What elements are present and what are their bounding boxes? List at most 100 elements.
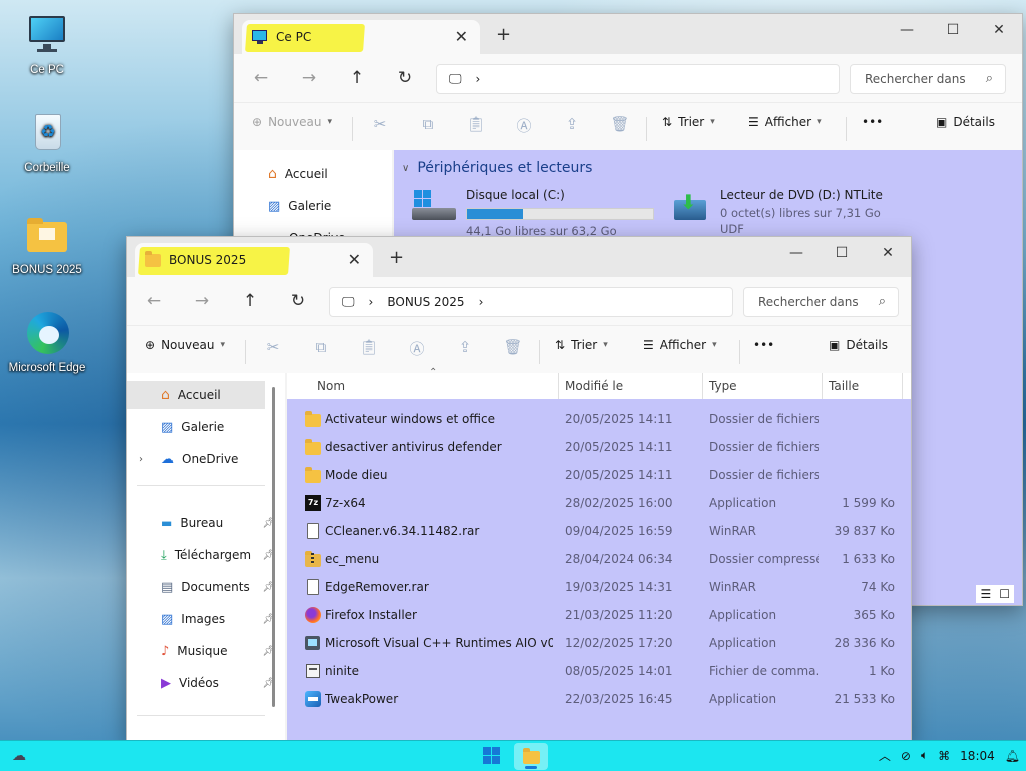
new-button[interactable]: ⊕ Nouveau ▾	[252, 115, 332, 129]
drive-item-c[interactable]: Disque local (C:) 44,1 Go libres sur 63,…	[412, 186, 662, 238]
view-button[interactable]: ☰ Afficher ▾	[748, 115, 822, 129]
table-row[interactable]: Mode dieu 20/05/2025 14:11 Dossier de fich…	[287, 461, 911, 489]
weather-icon[interactable]: ☁	[12, 748, 26, 764]
rename-icon[interactable]: Ⓐ	[514, 115, 534, 135]
new-tab-button[interactable]: +	[496, 24, 511, 45]
sort-button[interactable]: ⇅ Trier ▾	[555, 338, 608, 352]
search-input[interactable]: Rechercher dans ⌕	[850, 64, 1006, 94]
nav-item-home[interactable]: ⌂ Accueil	[127, 381, 265, 409]
paste-icon[interactable]: 📋︎	[359, 338, 379, 358]
refresh-icon[interactable]: ↻	[390, 64, 420, 92]
nav-item-music[interactable]: ♪ Musique 📌︎	[127, 637, 285, 665]
nav-item-gallery[interactable]: ▨ Galerie	[234, 192, 392, 220]
nav-item-downloads[interactable]: ⤓ Téléchargem 📌︎	[127, 541, 285, 569]
chevron-up-icon[interactable]: ︿	[879, 747, 891, 764]
clock[interactable]: 18:04	[960, 749, 995, 763]
search-input[interactable]: Rechercher dans ⌕	[743, 287, 899, 317]
close-button[interactable]: ✕	[865, 237, 911, 269]
chevron-right-icon[interactable]: ›	[139, 454, 143, 465]
refresh-icon[interactable]: ↻	[283, 287, 313, 315]
new-tab-button[interactable]: +	[389, 247, 404, 268]
nav-label: Accueil	[284, 167, 328, 181]
drive-item-d[interactable]: ⬇ Lecteur de DVD (D:) NTLite 0 octet(s) …	[672, 186, 912, 242]
start-button[interactable]	[483, 747, 501, 765]
table-row[interactable]: EdgeRemover.rar 19/03/2025 14:31 WinRAR 74 …	[287, 573, 911, 601]
file-name: 7z-x64	[325, 496, 366, 510]
nav-item-onedrive[interactable]: › ☁ OneDrive	[127, 445, 285, 473]
language-icon[interactable]: ⌘	[938, 749, 950, 763]
back-arrow-icon[interactable]: ←	[139, 287, 169, 315]
desktop-icon-edge[interactable]: Microsoft Edge	[2, 312, 92, 374]
back-arrow-icon[interactable]: ←	[246, 64, 276, 92]
table-row[interactable]: TweakPower 22/03/2025 16:45 Application 21 …	[287, 685, 911, 713]
new-button[interactable]: ⊕ Nouveau ▾	[145, 338, 225, 352]
nav-item-gallery[interactable]: ▨ Galerie	[127, 413, 285, 441]
tile-view-icon[interactable]: ☐	[999, 587, 1010, 601]
nav-item-desktop[interactable]: ▬ Bureau 📌︎	[127, 509, 285, 537]
table-row[interactable]: Microsoft Visual C++ Runtimes AIO v0.8..…	[287, 629, 911, 657]
desktop-icon-bonus-folder[interactable]: BONUS 2025	[2, 214, 92, 276]
file-modified: 21/03/2025 11:20	[565, 608, 673, 622]
desktop-icon-label: Corbeille	[24, 162, 70, 174]
paste-icon[interactable]: 📋︎	[466, 115, 486, 135]
desktop-icon-recycle-bin[interactable]: ♻ Corbeille	[2, 112, 92, 174]
close-tab-icon[interactable]: ✕	[455, 27, 468, 46]
up-arrow-icon[interactable]: ↑	[342, 64, 372, 92]
nav-item-home[interactable]: ⌂ Accueil	[234, 160, 392, 188]
notification-bell-icon[interactable]: 🔔︎	[1005, 749, 1020, 763]
table-row[interactable]: desactiver antivirus defender 20/05/2025 …	[287, 433, 911, 461]
column-header-name[interactable]: Nom	[311, 373, 559, 399]
maximize-button[interactable]: ☐	[819, 237, 865, 269]
nav-item-videos[interactable]: ▶ Vidéos 📌︎	[127, 669, 285, 697]
tab-this-pc[interactable]: Ce PC ✕	[242, 20, 480, 54]
column-header-modified[interactable]: Modifié le	[559, 373, 703, 399]
table-row[interactable]: ninite 08/05/2025 14:01 Fichier de comma..…	[287, 657, 911, 685]
nav-scrollbar[interactable]	[272, 387, 275, 707]
share-icon[interactable]: ⇪	[455, 338, 475, 358]
details-button[interactable]: ▣ Détails	[829, 338, 888, 352]
table-row[interactable]: CCleaner.v6.34.11482.rar 09/04/2025 16:59…	[287, 517, 911, 545]
address-field[interactable]: 🖵 › BONUS 2025 ›	[329, 287, 733, 317]
view-button[interactable]: ☰ Afficher ▾	[643, 338, 717, 352]
details-button[interactable]: ▣ Détails	[936, 115, 995, 129]
section-header[interactable]: ∨ Périphériques et lecteurs	[402, 160, 592, 176]
more-button[interactable]: •••	[862, 115, 883, 129]
delete-icon[interactable]: 🗑︎	[610, 115, 630, 135]
tab-bonus-2025[interactable]: BONUS 2025 ✕	[135, 243, 373, 277]
dvd-drive-icon: ⬇	[672, 190, 708, 222]
cut-icon[interactable]: ✂	[263, 338, 283, 358]
list-view-icon[interactable]: ☰	[980, 587, 991, 601]
sort-button[interactable]: ⇅ Trier ▾	[662, 115, 715, 129]
network-offline-icon[interactable]: ⊘	[901, 749, 911, 763]
close-button[interactable]: ✕	[976, 14, 1022, 46]
forward-arrow-icon[interactable]: →	[294, 64, 324, 92]
copy-icon[interactable]: ⧉	[418, 115, 438, 135]
rename-icon[interactable]: Ⓐ	[407, 338, 427, 358]
minimize-button[interactable]: —	[773, 237, 819, 269]
delete-icon[interactable]: 🗑︎	[503, 338, 523, 358]
table-row[interactable]: 7z 7z-x64 28/02/2025 16:00 Application 1 599…	[287, 489, 911, 517]
speaker-icon[interactable]: 🔈︎	[921, 748, 928, 763]
minimize-button[interactable]: —	[884, 14, 930, 46]
column-header-type[interactable]: Type	[703, 373, 823, 399]
table-row[interactable]: ec_menu 28/04/2024 06:34 Dossier compressé…	[287, 545, 911, 573]
taskbar-file-explorer[interactable]	[514, 743, 548, 770]
maximize-button[interactable]: ☐	[930, 14, 976, 46]
close-tab-icon[interactable]: ✕	[348, 250, 361, 269]
table-row[interactable]: Activateur windows et office 20/05/2025 1…	[287, 405, 911, 433]
nav-item-pictures[interactable]: ▨ Images 📌︎	[127, 605, 285, 633]
share-icon[interactable]: ⇪	[562, 115, 582, 135]
forward-arrow-icon[interactable]: →	[187, 287, 217, 315]
nav-label: Vidéos	[179, 676, 219, 690]
up-arrow-icon[interactable]: ↑	[235, 287, 265, 315]
copy-icon[interactable]: ⧉	[311, 338, 331, 358]
desktop-icon-this-pc[interactable]: Ce PC	[2, 14, 92, 76]
nav-item-documents[interactable]: ▤ Documents 📌︎	[127, 573, 285, 601]
column-header-size[interactable]: Taille	[823, 373, 903, 399]
recycle-bin-icon: ♻	[25, 112, 69, 156]
table-row[interactable]: Firefox Installer 21/03/2025 11:20 Applica…	[287, 601, 911, 629]
cut-icon[interactable]: ✂	[370, 115, 390, 135]
more-button[interactable]: •••	[753, 338, 774, 352]
breadcrumb[interactable]: BONUS 2025	[387, 295, 464, 309]
address-field[interactable]: 🖵 ›	[436, 64, 840, 94]
